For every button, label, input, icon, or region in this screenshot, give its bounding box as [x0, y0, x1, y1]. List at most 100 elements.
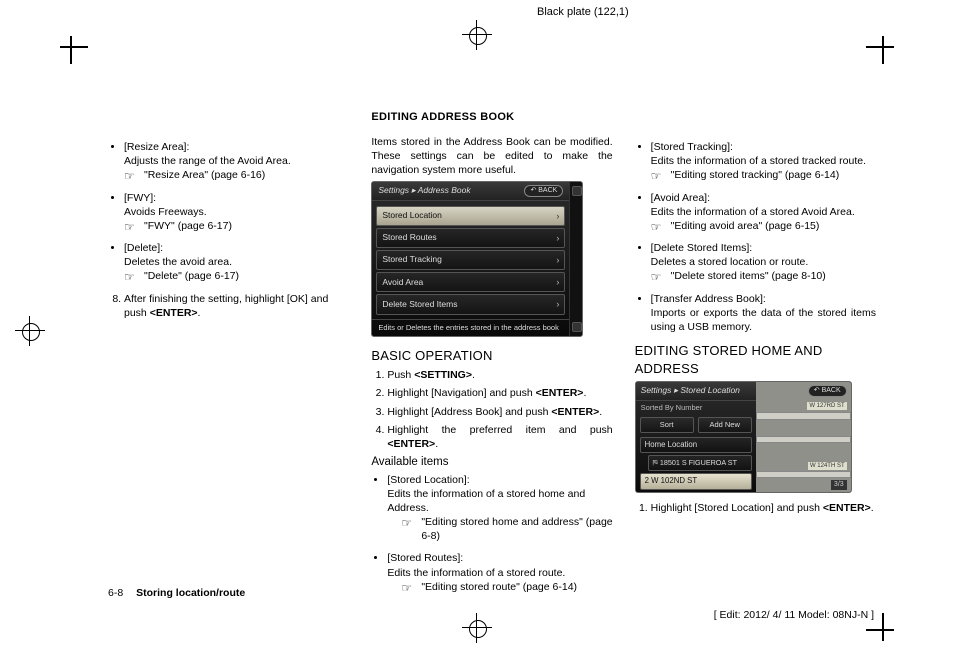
- ref-text: "Delete stored items" (page 8-10): [671, 270, 826, 282]
- row-address-2[interactable]: 2 W 102ND ST: [640, 473, 752, 490]
- nav-screenshot-stored-location: Settings ▸ Stored Location Sorted By Num…: [635, 381, 852, 492]
- pointer-icon: ☞: [124, 269, 135, 285]
- step-text-end: .: [472, 369, 475, 381]
- panel-breadcrumb: Settings ▸ Stored Location: [641, 385, 740, 396]
- menu-item-delete-stored[interactable]: Delete Stored Items ›: [376, 294, 565, 314]
- step-1: Push <SETTING>.: [387, 368, 612, 382]
- setting-key: <SETTING>: [414, 369, 472, 381]
- available-items-head: Available items: [371, 455, 612, 471]
- pointer-icon: ☞: [651, 168, 662, 184]
- enter-key: <ENTER>: [536, 387, 584, 399]
- map-label: W 127RD ST: [807, 402, 846, 410]
- page-number: 6-8: [108, 587, 123, 599]
- item-ref: ☞ "Editing stored tracking" (page 6-14): [651, 168, 876, 182]
- step-3: Highlight [Address Book] and push <ENTER…: [387, 405, 612, 419]
- panel-breadcrumb: Settings ▸ Address Book: [378, 185, 470, 196]
- step-1: Highlight [Stored Location] and push <EN…: [651, 501, 876, 515]
- item-desc: Edits the information of a stored tracke…: [651, 154, 876, 168]
- step-text-end: .: [435, 438, 438, 450]
- step-text-end: .: [198, 307, 201, 319]
- intro-paragraph: Items stored in the Address Book can be …: [371, 135, 612, 178]
- item-label: [Stored Tracking]:: [651, 140, 876, 154]
- pointer-icon: ☞: [124, 219, 135, 235]
- item-ref: ☞ "FWY" (page 6-17): [124, 219, 349, 233]
- crop-mark-icon: [60, 36, 88, 64]
- menu-item-stored-tracking[interactable]: Stored Tracking ›: [376, 250, 565, 270]
- list-item: [FWY]: Avoids Freeways. ☞"FWY" (page 6-1…: [124, 191, 349, 234]
- item-desc: Imports or exports the data of the store…: [651, 306, 876, 334]
- sort-button[interactable]: Sort: [640, 417, 694, 433]
- item-ref: ☞ "Editing stored route" (page 6-14): [401, 580, 612, 594]
- back-button[interactable]: ↶ BACK: [808, 385, 847, 396]
- step-2: Highlight [Navigation] and push <ENTER>.: [387, 386, 612, 400]
- row-address-1[interactable]: ⛿ 18501 S FIGUEROA ST: [648, 455, 752, 471]
- step-text: Highlight [Address Book] and push: [387, 406, 551, 418]
- item-desc: Avoids Freeways.: [124, 205, 349, 219]
- menu-item-label: Avoid Area: [382, 277, 423, 288]
- chevron-right-icon: ›: [556, 276, 559, 288]
- menu-item-stored-routes[interactable]: Stored Routes ›: [376, 228, 565, 248]
- column-2: EDITING ADDRESS BOOK Items stored in the…: [371, 110, 612, 583]
- row-home-location[interactable]: Home Location: [640, 437, 752, 454]
- chevron-right-icon: ›: [556, 210, 559, 222]
- ref-text: "FWY" (page 6-17): [144, 220, 232, 232]
- editing-stored-home-head: EDITING STORED HOME AND ADDRESS: [635, 342, 876, 377]
- step-text-end: .: [583, 387, 586, 399]
- footer-left: 6-8 Storing location/route: [108, 587, 245, 599]
- list-item: [Delete Stored Items]: Deletes a stored …: [651, 241, 876, 284]
- item-ref: ☞"Resize Area" (page 6-16): [124, 168, 349, 182]
- pointer-icon: ☞: [651, 269, 662, 285]
- item-ref: ☞ "Delete stored items" (page 8-10): [651, 269, 876, 283]
- item-label: [Resize Area]:: [124, 140, 349, 154]
- enter-key: <ENTER>: [150, 307, 198, 319]
- step-text: Highlight the preferred item and push: [387, 424, 612, 436]
- item-desc: Edits the information of a stored Avoid …: [651, 205, 876, 219]
- footer-title: Storing location/route: [136, 587, 245, 599]
- content-columns: [Resize Area]: Adjusts the range of the …: [108, 110, 876, 583]
- item-desc: Deletes a stored location or route.: [651, 255, 876, 269]
- back-button[interactable]: ↶ BACK: [524, 185, 563, 196]
- step-text-end: .: [599, 406, 602, 418]
- menu-item-label: Stored Location: [382, 210, 442, 221]
- menu-item-label: Delete Stored Items: [382, 299, 457, 310]
- menu-item-avoid-area[interactable]: Avoid Area ›: [376, 272, 565, 292]
- registration-mark-icon: [462, 613, 492, 643]
- pointer-icon: ☞: [124, 168, 135, 184]
- pointer-icon: ☞: [401, 580, 412, 596]
- list-item: [Resize Area]: Adjusts the range of the …: [124, 140, 349, 183]
- basic-operation-head: BASIC OPERATION: [371, 347, 612, 365]
- item-ref: ☞ "Editing avoid area" (page 6-15): [651, 219, 876, 233]
- ref-text: "Editing stored route" (page 6-14): [421, 581, 577, 593]
- pointer-icon: ☞: [651, 219, 662, 235]
- item-desc: Edits the information of a stored home a…: [387, 487, 612, 515]
- menu-item-label: Stored Tracking: [382, 254, 442, 265]
- list-item: [Stored Tracking]: Edits the information…: [651, 140, 876, 183]
- map-label: W 124TH ST: [808, 462, 847, 470]
- sort-label: Sorted By Number: [636, 401, 756, 415]
- item-label: [Avoid Area]:: [651, 191, 876, 205]
- menu-item-label: Stored Routes: [382, 232, 436, 243]
- ref-text: "Editing stored tracking" (page 6-14): [671, 169, 840, 181]
- menu-item-stored-location[interactable]: Stored Location ›: [376, 206, 565, 226]
- column-3: [Stored Tracking]: Edits the information…: [635, 110, 876, 583]
- map-road-icon: [756, 412, 851, 420]
- chevron-right-icon: ›: [556, 254, 559, 266]
- ref-text: "Delete" (page 6-17): [144, 270, 239, 282]
- enter-key: <ENTER>: [387, 438, 435, 450]
- list-item: [Transfer Address Book]: Imports or expo…: [651, 292, 876, 335]
- step-8: After finishing the setting, highlight […: [124, 292, 349, 320]
- add-new-button[interactable]: Add New: [698, 417, 752, 433]
- scrollbar[interactable]: [569, 182, 582, 335]
- chevron-right-icon: ›: [556, 232, 559, 244]
- crop-mark-icon: [866, 36, 894, 64]
- list-item: [Stored Location]: Edits the information…: [387, 473, 612, 544]
- item-label: [Stored Location]:: [387, 473, 612, 487]
- step-text: Push: [387, 369, 414, 381]
- item-label: [Transfer Address Book]:: [651, 292, 876, 306]
- map-road-icon: [756, 436, 851, 443]
- item-label: [Delete Stored Items]:: [651, 241, 876, 255]
- registration-mark-icon: [462, 20, 492, 50]
- chevron-right-icon: ›: [556, 298, 559, 310]
- footer-edit-line: [ Edit: 2012/ 4/ 11 Model: 08NJ-N ]: [714, 609, 874, 621]
- ref-text: "Editing avoid area" (page 6-15): [671, 220, 820, 232]
